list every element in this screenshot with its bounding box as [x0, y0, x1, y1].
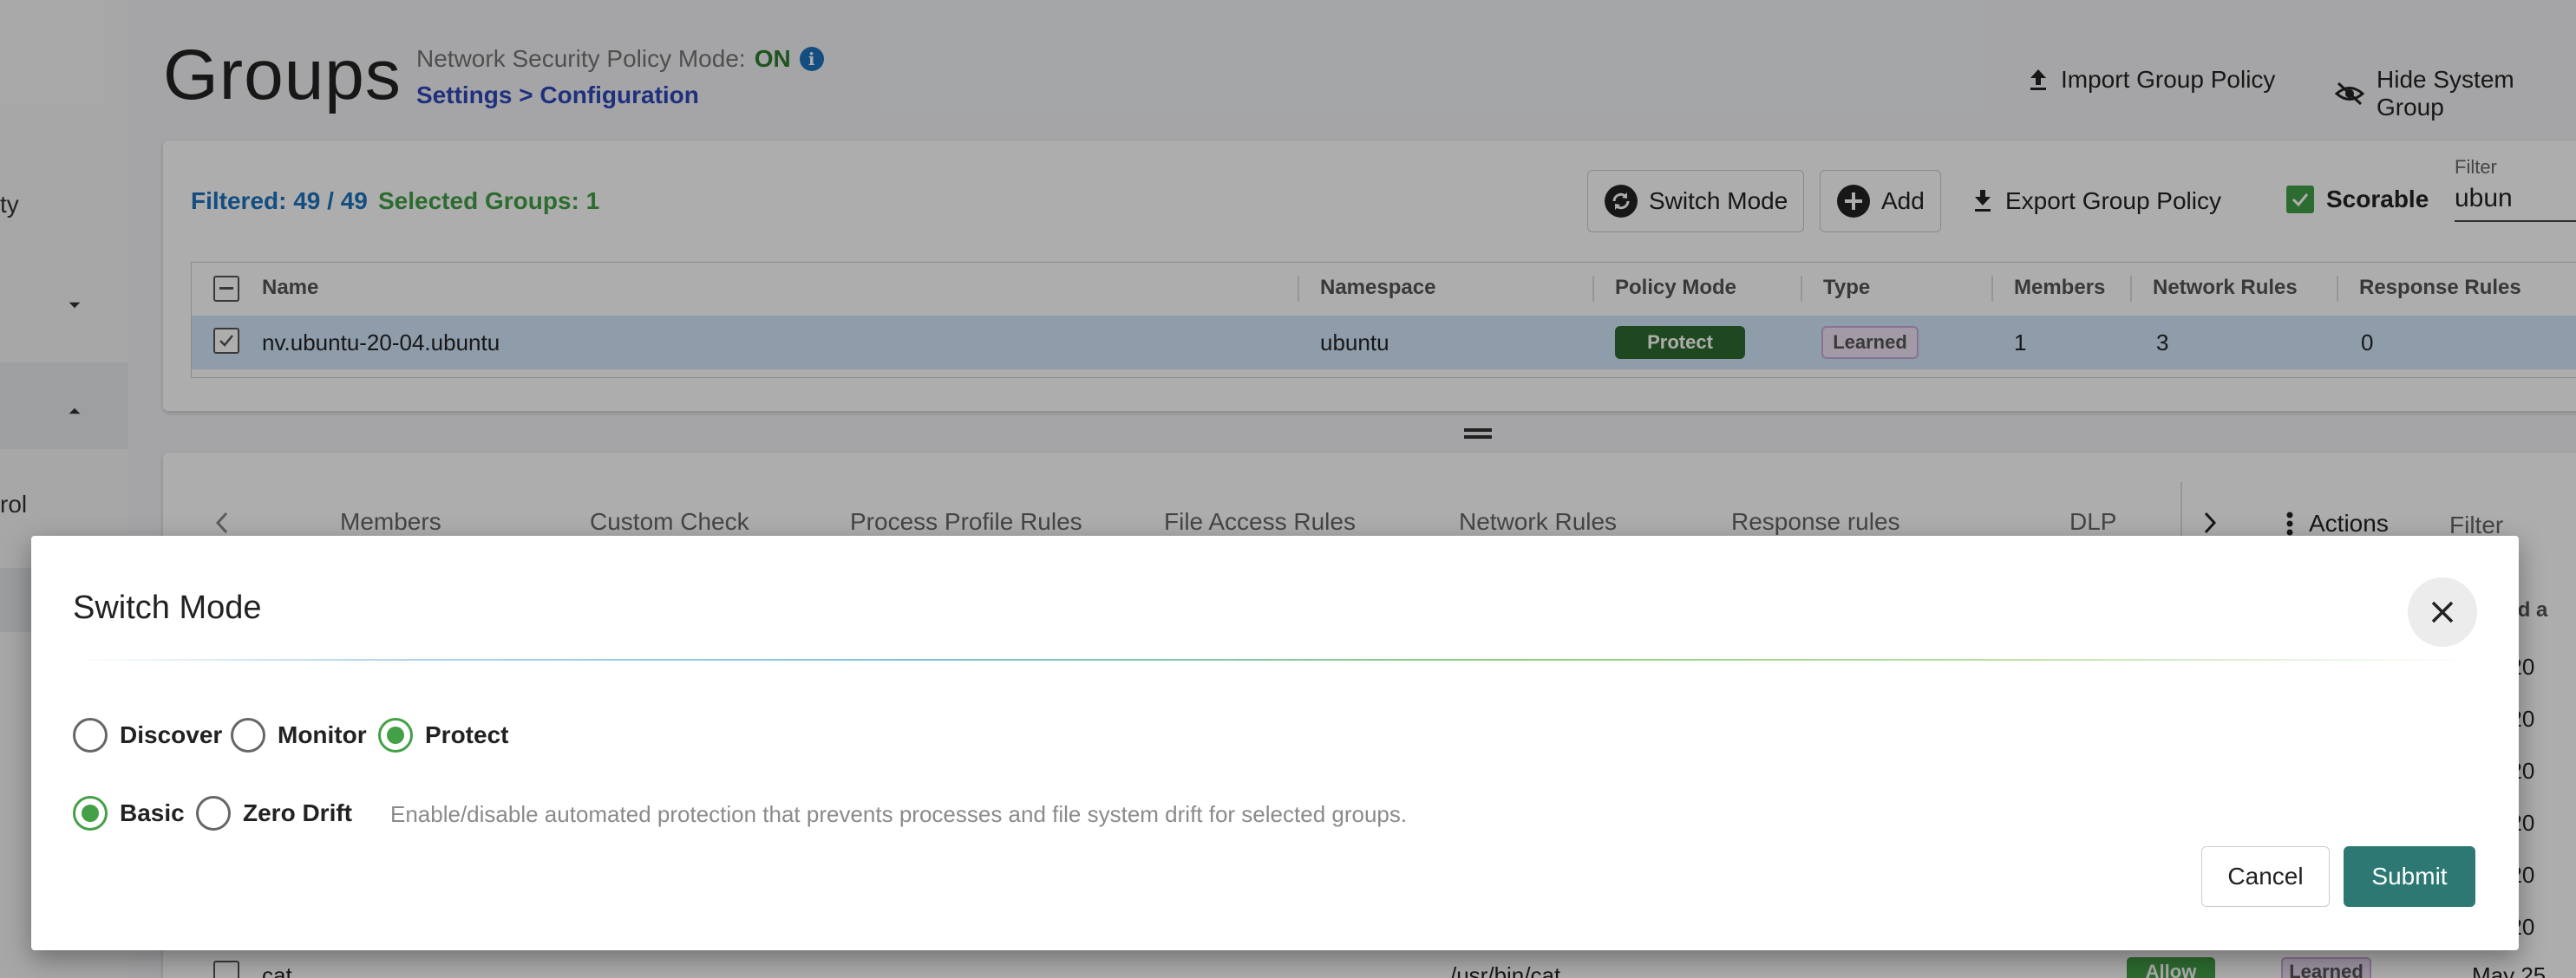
mode-option-label: Discover — [120, 721, 223, 748]
radio-icon — [196, 796, 231, 831]
mode-option-monitor[interactable]: Monitor — [231, 718, 367, 753]
close-button[interactable] — [2408, 577, 2477, 647]
radio-icon — [73, 718, 108, 753]
protection-option-basic[interactable]: Basic — [73, 796, 185, 831]
protection-option-label: Basic — [120, 799, 185, 826]
close-icon — [2429, 599, 2455, 625]
protection-option-zero-drift[interactable]: Zero Drift — [196, 796, 352, 831]
mode-option-label: Protect — [425, 721, 509, 748]
mode-option-discover[interactable]: Discover — [73, 718, 222, 753]
mode-option-protect[interactable]: Protect — [378, 718, 508, 753]
radio-checked-icon — [378, 718, 413, 753]
radio-icon — [231, 718, 265, 753]
submit-button[interactable]: Submit — [2344, 846, 2475, 907]
mode-option-label: Monitor — [278, 721, 367, 748]
cancel-button[interactable]: Cancel — [2201, 846, 2330, 907]
dialog-divider — [73, 659, 2475, 661]
dialog-title: Switch Mode — [73, 590, 262, 626]
protection-description: Enable/disable automated protection that… — [390, 801, 1408, 827]
protection-option-label: Zero Drift — [243, 799, 352, 826]
radio-checked-icon — [73, 796, 108, 831]
